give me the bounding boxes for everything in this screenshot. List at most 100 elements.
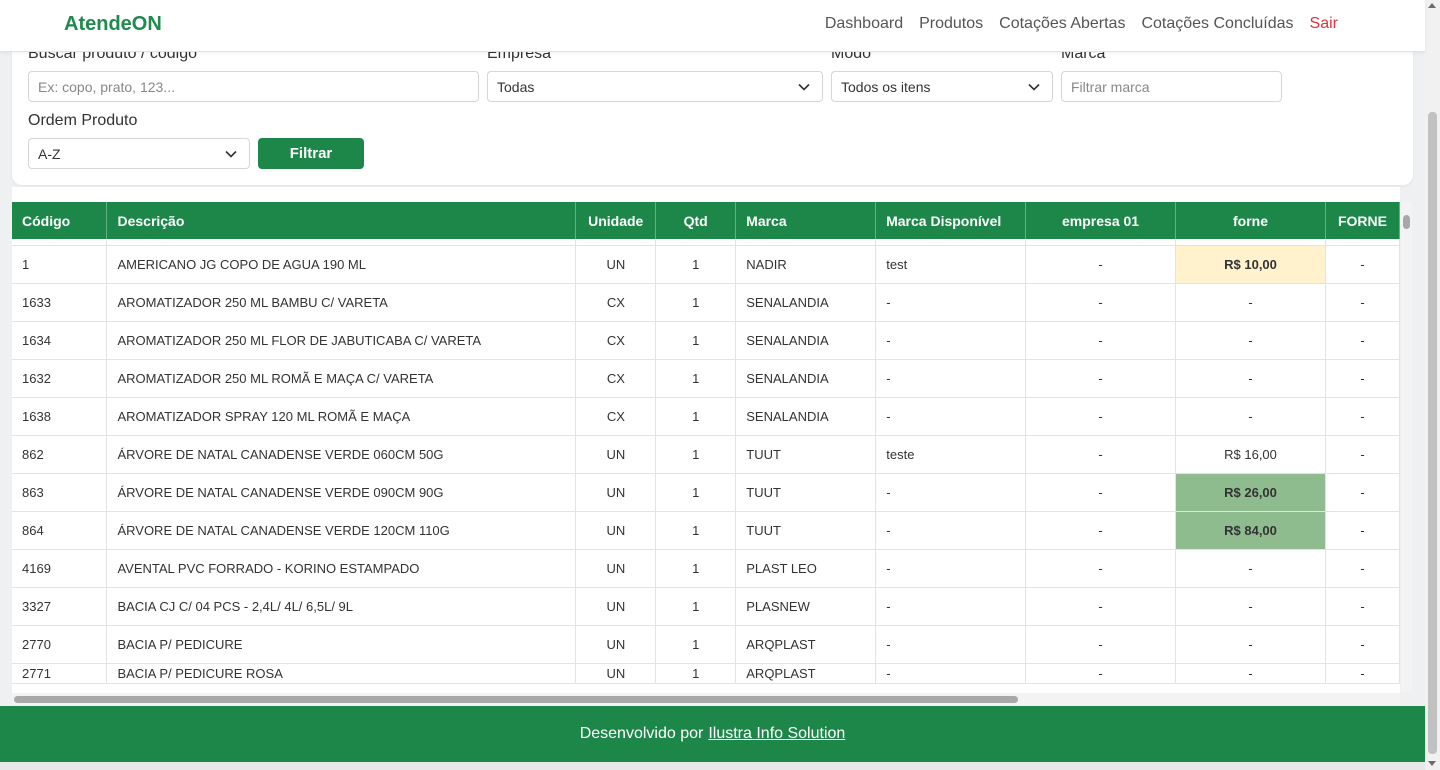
- table-cell: CX: [575, 359, 657, 398]
- table-cell: NADIR: [735, 245, 877, 284]
- table-cell: UN: [575, 473, 657, 512]
- nav-link-produtos[interactable]: Produtos: [919, 15, 983, 33]
- table-cell: -: [1325, 283, 1400, 322]
- col-marca[interactable]: Marca: [735, 202, 877, 239]
- table-cell: TUUT: [735, 511, 877, 550]
- page-vertical-scroll-thumb[interactable]: [1428, 112, 1437, 754]
- table-cell: 1633: [12, 283, 108, 322]
- col-codigo[interactable]: Código: [12, 202, 108, 239]
- ordem-label: Ordem Produto: [28, 112, 138, 129]
- nav-link-cotacoes-abertas[interactable]: Cotações Abertas: [999, 15, 1125, 33]
- table-row[interactable]: 1632 AROMATIZADOR 250 ML ROMÃ E MAÇA C/ V…: [12, 359, 1400, 398]
- table-cell: -: [1325, 359, 1400, 398]
- table-cell: AROMATIZADOR SPRAY 120 ML ROMÃ E MAÇA: [106, 397, 577, 436]
- table-cell: AROMATIZADOR 250 ML FLOR DE JABUTICABA C…: [106, 321, 577, 360]
- chevron-down-icon: [1028, 83, 1040, 91]
- nav-link-cotacoes-concluidas[interactable]: Cotações Concluídas: [1141, 15, 1293, 33]
- table-cell: CX: [575, 397, 657, 436]
- table-vertical-scroll-thumb[interactable]: [1403, 215, 1410, 229]
- col-empresa-01[interactable]: empresa 01: [1025, 202, 1177, 239]
- table-cell: SENALANDIA: [735, 397, 877, 436]
- table-cell: PLASNEW: [735, 587, 877, 626]
- table-cell: -: [1325, 625, 1400, 664]
- search-input[interactable]: Ex: copo, prato, 123...: [28, 71, 479, 102]
- table-row[interactable]: 862 ÁRVORE DE NATAL CANADENSE VERDE 060CM…: [12, 435, 1400, 474]
- table-row[interactable]: 863 ÁRVORE DE NATAL CANADENSE VERDE 090CM…: [12, 473, 1400, 512]
- scroll-down-arrow-icon[interactable]: [1428, 761, 1436, 766]
- modo-select[interactable]: Todos os itens: [831, 71, 1053, 102]
- nav-link-dashboard[interactable]: Dashboard: [825, 15, 903, 33]
- table-cell: -: [1025, 245, 1177, 284]
- table-vertical-scrollbar[interactable]: [1401, 202, 1412, 692]
- table-cell: BACIA CJ C/ 04 PCS - 2,4L/ 4L/ 6,5L/ 9L: [106, 587, 577, 626]
- scroll-up-arrow-icon[interactable]: [1428, 3, 1436, 8]
- ordem-select[interactable]: A-Z: [28, 138, 250, 169]
- table-cell: -: [1325, 321, 1400, 360]
- empresa-select[interactable]: Todas: [487, 71, 823, 102]
- ordem-select-value: A-Z: [38, 145, 61, 162]
- table-cell: -: [1025, 625, 1177, 664]
- col-forne-2[interactable]: FORNE: [1325, 202, 1400, 239]
- table-row[interactable]: 3327 BACIA CJ C/ 04 PCS - 2,4L/ 4L/ 6,5L/…: [12, 587, 1400, 626]
- table-cell: -: [1325, 397, 1400, 436]
- table-cell: -: [1325, 549, 1400, 588]
- brand-logo[interactable]: AtendeON: [64, 13, 162, 36]
- table-cell: -: [1175, 625, 1326, 664]
- table-cell: 2770: [12, 625, 108, 664]
- table-body: 1214AMERICA ESPATULA 26 CMUN1ORIGINAL LI…: [12, 225, 1400, 684]
- table-cell: teste: [875, 435, 1027, 474]
- table-horizontal-scroll-thumb[interactable]: [14, 696, 1018, 703]
- table-cell: test: [875, 245, 1027, 284]
- logout-link[interactable]: Sair: [1310, 15, 1338, 33]
- table-cell: ARQPLAST: [735, 663, 877, 684]
- table-cell: -: [875, 587, 1027, 626]
- products-table: Código Descrição Unidade Qtd Marca Marca…: [12, 187, 1400, 693]
- table-cell: 1: [655, 245, 737, 284]
- table-cell: 1: [655, 321, 737, 360]
- table-cell: -: [875, 397, 1027, 436]
- footer-link[interactable]: Ilustra Info Solution: [708, 725, 845, 743]
- table-row[interactable]: 1633 AROMATIZADOR 250 ML BAMBU C/ VARETA C…: [12, 283, 1400, 322]
- table-row[interactable]: 2770 BACIA P/ PEDICURE UN 1 ARQPLAST - - - -: [12, 625, 1400, 664]
- bottom-strip: [0, 762, 1425, 770]
- nav-menu: Dashboard Produtos Cotações Abertas Cota…: [825, 15, 1338, 33]
- table-row[interactable]: 2771 BACIA P/ PEDICURE ROSA UN 1 ARQPLAST - - -…: [12, 663, 1400, 684]
- marca-input[interactable]: Filtrar marca: [1061, 71, 1282, 102]
- col-marca-disponivel[interactable]: Marca Disponível: [875, 202, 1027, 239]
- table-cell: UN: [575, 245, 657, 284]
- table-row[interactable]: 4169 AVENTAL PVC FORRADO - KORINO ESTAMPA…: [12, 549, 1400, 588]
- table-row[interactable]: 1 AMERICANO JG COPO DE AGUA 190 ML UN 1 NADI…: [12, 245, 1400, 284]
- col-unidade[interactable]: Unidade: [575, 202, 657, 239]
- table-cell: UN: [575, 625, 657, 664]
- table-cell: SENALANDIA: [735, 321, 877, 360]
- table-cell: UN: [575, 587, 657, 626]
- table-row[interactable]: 1638 AROMATIZADOR SPRAY 120 ML ROMÃ E MAÇ…: [12, 397, 1400, 436]
- table-cell: 2771: [12, 663, 108, 684]
- table-cell: -: [1175, 283, 1326, 322]
- table-row[interactable]: 1634 AROMATIZADOR 250 ML FLOR DE JABUTICA…: [12, 321, 1400, 360]
- table-cell: R$ 84,00: [1175, 511, 1326, 550]
- table-row[interactable]: 864 ÁRVORE DE NATAL CANADENSE VERDE 120CM…: [12, 511, 1400, 550]
- table-cell: -: [1175, 663, 1326, 684]
- col-forne[interactable]: forne: [1175, 202, 1326, 239]
- footer: Desenvolvido por Ilustra Info Solution: [0, 706, 1425, 762]
- table-cell: 1: [655, 511, 737, 550]
- filter-button[interactable]: Filtrar: [258, 138, 364, 169]
- table-cell: -: [1325, 473, 1400, 512]
- col-descricao[interactable]: Descrição: [106, 202, 577, 239]
- table-cell: 1: [655, 587, 737, 626]
- table-cell: -: [1025, 587, 1177, 626]
- table-cell: ARQPLAST: [735, 625, 877, 664]
- table-cell: R$ 26,00: [1175, 473, 1326, 512]
- table-cell: -: [1325, 587, 1400, 626]
- table-cell: -: [1025, 283, 1177, 322]
- table-cell: R$ 16,00: [1175, 435, 1326, 474]
- col-qtd[interactable]: Qtd: [655, 202, 737, 239]
- table-cell: 4169: [12, 549, 108, 588]
- table-cell: UN: [575, 511, 657, 550]
- table-cell: -: [1325, 663, 1400, 684]
- table-cell: -: [1025, 397, 1177, 436]
- table-cell: -: [1175, 359, 1326, 398]
- table-cell: -: [1175, 587, 1326, 626]
- table-cell: 1: [655, 625, 737, 664]
